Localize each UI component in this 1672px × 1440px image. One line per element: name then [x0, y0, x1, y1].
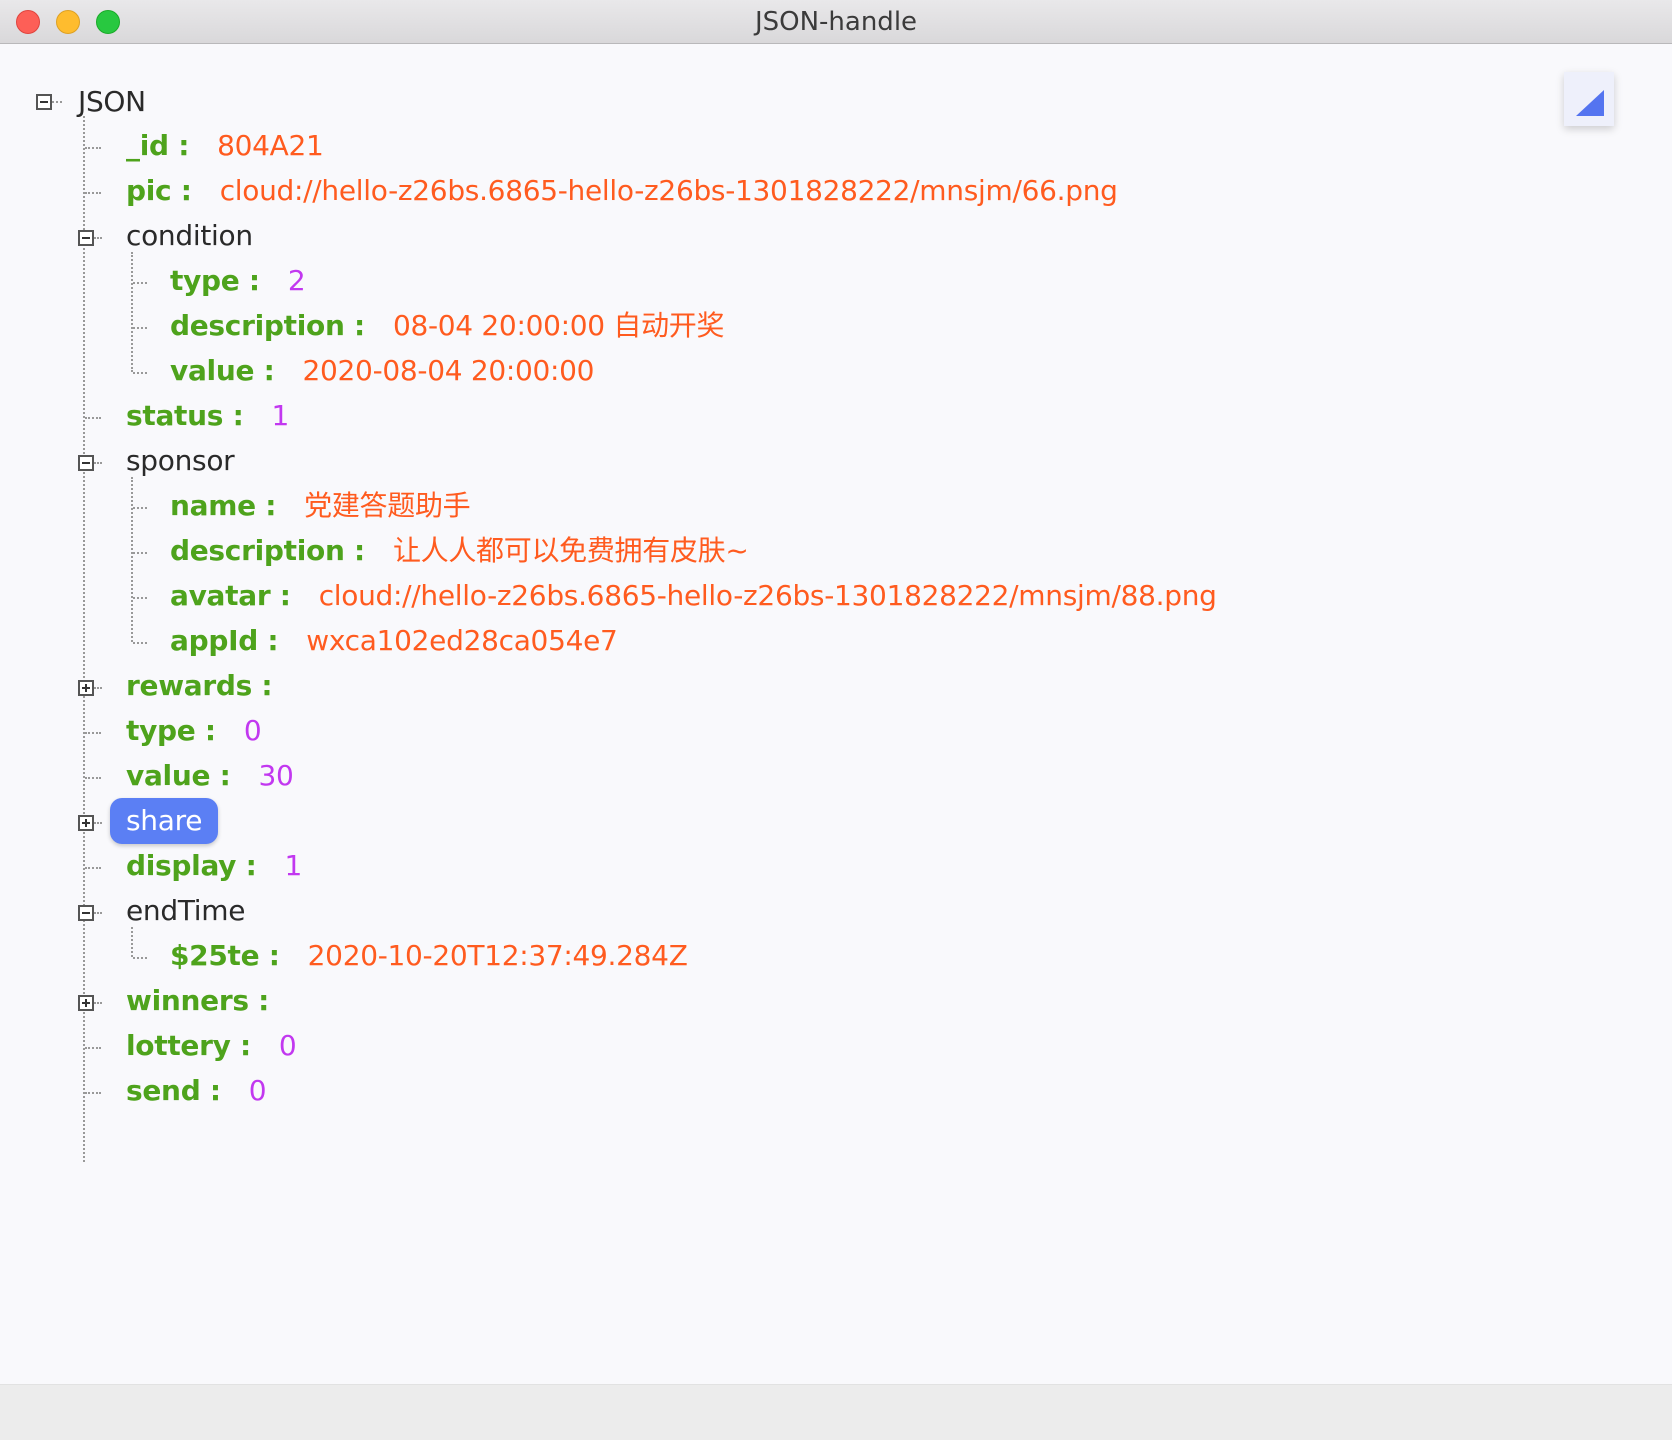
- number-value: 2: [287, 264, 306, 297]
- number-value: 0: [243, 714, 262, 747]
- key-label: $25te :: [170, 939, 280, 972]
- string-value: 804A21: [217, 129, 324, 162]
- bottom-status-bar: [0, 1384, 1672, 1440]
- string-value: wxca102ed28ca054e7: [306, 624, 618, 657]
- key-label: send :: [126, 1074, 221, 1107]
- tree-row-status[interactable]: status : 1: [126, 396, 289, 436]
- json-tree-view: JSON _id: 804A21 pic: cloud://hello-z2…: [0, 44, 1672, 1384]
- number-value: 1: [284, 849, 302, 882]
- app-window: JSON-handle JSON _id: 804A21 pic: clou…: [0, 0, 1672, 1440]
- key-label: pic :: [126, 174, 192, 207]
- tree-node-endtime[interactable]: endTime: [126, 891, 245, 931]
- expand-winners-icon[interactable]: [78, 995, 94, 1011]
- key-label: appId :: [170, 624, 279, 657]
- tree-row-winners[interactable]: winners :: [126, 981, 269, 1021]
- tree-row-type[interactable]: type : 0: [126, 711, 262, 751]
- key-label: rewards :: [126, 669, 273, 702]
- root-label[interactable]: JSON: [78, 82, 146, 122]
- key-label: winners :: [126, 984, 270, 1017]
- tree-row-sponsor-description[interactable]: description : 让人人都可以免费拥有皮肤~: [170, 531, 749, 571]
- tree-row-condition-value[interactable]: value : 2020-08-04 20:00:00: [170, 351, 595, 391]
- key-label: status :: [126, 399, 244, 432]
- tree-row-condition-type[interactable]: type : 2: [170, 261, 306, 301]
- expand-share-icon[interactable]: [78, 815, 94, 831]
- collapse-endtime-icon[interactable]: [78, 905, 94, 921]
- triangle-icon: [1576, 90, 1604, 116]
- key-label: type :: [170, 264, 260, 297]
- string-value: cloud://hello-z26bs.6865-hello-z26bs-130…: [219, 174, 1118, 207]
- number-value: 30: [258, 759, 294, 792]
- tree-node-sponsor[interactable]: sponsor: [126, 441, 235, 481]
- string-value: 08-04 20:00:00 自动开奖: [392, 309, 725, 342]
- key-label: description :: [170, 534, 365, 567]
- tree-row-value[interactable]: value : 30: [126, 756, 294, 796]
- key-label: _id :: [126, 129, 190, 162]
- tree-row-send[interactable]: send : 0: [126, 1071, 267, 1111]
- expand-rewards-icon[interactable]: [78, 680, 94, 696]
- collapse-condition-icon[interactable]: [78, 230, 94, 246]
- tree-row-condition-description[interactable]: description : 08-04 20:00:00 自动开奖: [170, 306, 724, 346]
- tree-row-sponsor-avatar[interactable]: avatar : cloud://hello-z26bs.6865-hello-z…: [170, 576, 1217, 616]
- number-value: 1: [271, 399, 289, 432]
- corner-toggle-button[interactable]: [1564, 72, 1614, 126]
- share-node-selected-label[interactable]: share: [110, 798, 219, 844]
- key-label: value :: [126, 759, 231, 792]
- string-value: 党建答题助手: [304, 489, 471, 522]
- collapse-root-icon[interactable]: [36, 94, 52, 110]
- tree-row-rewards[interactable]: rewards :: [126, 666, 273, 706]
- tree-row-sponsor-name[interactable]: name : 党建答题助手: [170, 486, 471, 526]
- string-value: 2020-10-20T12:37:49.284Z: [307, 939, 688, 972]
- number-value: 0: [278, 1029, 297, 1062]
- tree-row-sponsor-appid[interactable]: appId : wxca102ed28ca054e7: [170, 621, 618, 661]
- tree-row-pic[interactable]: pic : cloud://hello-z26bs.6865-hello-z26b…: [126, 171, 1118, 211]
- key-label: display :: [126, 849, 257, 882]
- tree-node-condition[interactable]: condition: [126, 216, 253, 256]
- key-label: lottery :: [126, 1029, 251, 1062]
- key-label: value :: [170, 354, 275, 387]
- tree-row-id[interactable]: _id : 804A21: [126, 126, 324, 166]
- string-value: cloud://hello-z26bs.6865-hello-z26bs-130…: [318, 579, 1217, 612]
- tree-node-share[interactable]: share: [110, 798, 219, 844]
- string-value: 让人人都可以免费拥有皮肤~: [392, 534, 749, 567]
- collapse-sponsor-icon[interactable]: [78, 455, 94, 471]
- title-bar: JSON-handle: [0, 0, 1672, 44]
- tree-row-endtime-date[interactable]: $25te : 2020-10-20T12:37:49.284Z: [170, 936, 688, 976]
- key-label: type :: [126, 714, 216, 747]
- key-label: description :: [170, 309, 365, 342]
- key-label: name :: [170, 489, 277, 522]
- number-value: 0: [248, 1074, 267, 1107]
- key-label: avatar :: [170, 579, 291, 612]
- tree-row-display[interactable]: display : 1: [126, 846, 302, 886]
- window-title: JSON-handle: [754, 7, 918, 37]
- tree-row-lottery[interactable]: lottery : 0: [126, 1026, 297, 1066]
- string-value: 2020-08-04 20:00:00: [302, 354, 595, 387]
